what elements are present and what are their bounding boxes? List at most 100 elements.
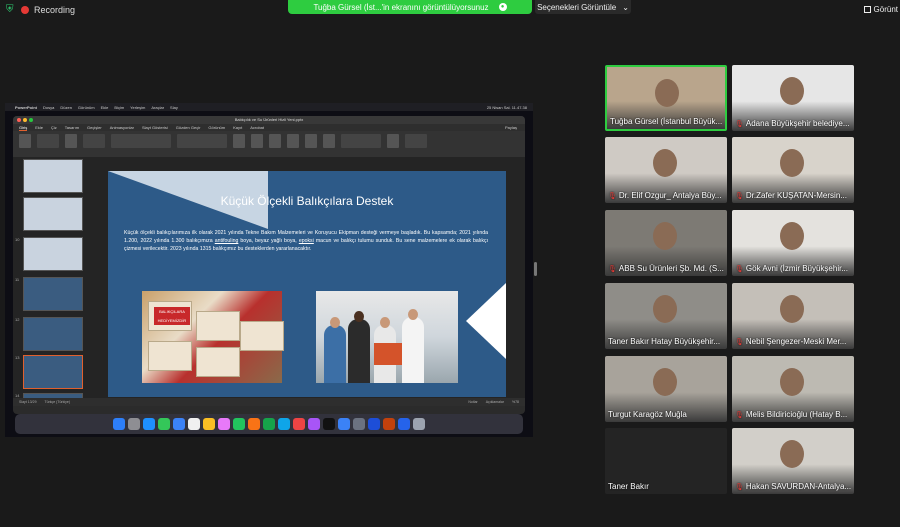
gift-box	[240, 321, 284, 351]
participant-name-text: Taner Bakır	[608, 482, 649, 491]
participant-name: Tuğba Gürsel (İstanbul Büyük...	[610, 117, 722, 126]
person-figure	[402, 317, 424, 383]
shapes-icon	[269, 134, 281, 148]
ribbon-tab: Tasarım	[64, 125, 80, 130]
muted-mic-icon: 🎙	[735, 120, 744, 128]
participant-tile[interactable]: Taner Bakır	[605, 428, 727, 494]
person-head	[408, 309, 418, 320]
smartart-icon	[233, 134, 245, 148]
meeting-top-bar: ⛨ Recording Tuğba Gürsel (İst...'in ekra…	[0, 0, 900, 22]
participant-name: Taner Bakır	[608, 482, 649, 491]
gift-box	[196, 347, 240, 377]
participant-name-text: Gök Avni (İzmir Büyükşehir...	[745, 264, 848, 273]
slide-decor-arrow	[466, 283, 506, 359]
participant-name: Taner Bakır Hatay Büyükşehir...	[608, 337, 720, 346]
mac-menu-item: Yerleşim	[130, 104, 146, 110]
picture-icon	[251, 134, 263, 148]
thumb-number: 10	[15, 237, 20, 242]
recording-indicator[interactable]: ⛨ Recording	[6, 4, 75, 15]
participant-name: 🎙 Gök Avni (İzmir Büyükşehir...	[735, 264, 848, 273]
view-options-button[interactable]: Seçenekleri Görüntüle ⌄	[535, 0, 631, 14]
participant-silhouette	[655, 79, 679, 107]
mac-menu-item: Dosya	[43, 104, 55, 110]
music-icon	[293, 418, 305, 430]
ribbon-tab: Çiz	[51, 125, 57, 130]
messages-icon	[158, 418, 170, 430]
participant-silhouette	[780, 149, 804, 177]
paragraph-controls-icon	[177, 134, 227, 148]
participant-tile[interactable]: 🎙 Dr. Elif Ozgur_ Antalya Büy...	[605, 137, 727, 203]
notes-toggle: Notlar	[468, 400, 478, 404]
mac-menu-item: Düzen	[60, 104, 72, 110]
ribbon-tab: Görünüm	[208, 125, 226, 130]
muted-mic-icon: 🎙	[735, 265, 744, 273]
slide-counter: Slayt 13/29	[19, 400, 37, 404]
participant-tile[interactable]: 🎙 Dr.Zafer KUŞATAN-Mersin...	[732, 137, 854, 203]
slide-thumbnail	[23, 317, 83, 351]
gift-box	[374, 343, 402, 365]
ribbon-tab: Ekle	[35, 125, 44, 130]
participant-silhouette	[780, 77, 804, 105]
slide-photo-boxes: BALIKÇILARA HEDİYEMİZDİR	[142, 291, 284, 383]
keynote-icon	[278, 418, 290, 430]
participant-tile[interactable]: 🎙 ABB Su Ürünleri Şb. Md. (S...	[605, 210, 727, 276]
ppt-editor: 10 11 12 13 14 Küçük Ölçekli Balıkçılara…	[13, 157, 525, 406]
ppt-share-button: Paylaş	[504, 125, 517, 130]
new-slide-icon	[65, 134, 77, 148]
participant-name-text: Adana Büyükşehir belediye...	[745, 119, 850, 128]
participant-silhouette	[780, 295, 804, 323]
participant-silhouette	[780, 368, 804, 396]
participant-silhouette	[653, 295, 677, 323]
participant-name-text: Taner Bakır Hatay Büyükşehir...	[608, 337, 721, 346]
participant-tile[interactable]: Tuğba Gürsel (İstanbul Büyük...	[605, 65, 727, 131]
participant-name-text: Turgut Karagöz Muğla	[608, 410, 687, 419]
participant-tile[interactable]: Turgut Karagöz Muğla	[605, 356, 727, 422]
panel-resize-handle[interactable]	[534, 262, 537, 276]
thumb-number: 11	[15, 277, 20, 282]
slide-body-text: boya, beyaz yağlı boya,	[238, 238, 299, 244]
slide-thumbnail-selected	[23, 355, 83, 389]
ribbon-tab: Acrobat	[250, 125, 265, 130]
notes-icon	[203, 418, 215, 430]
participant-tile[interactable]: 🎙 Hakan SAVURDAN-Antalya...	[732, 428, 854, 494]
current-slide: Küçük Ölçekli Balıkçılara Destek Küçük ö…	[108, 171, 506, 397]
participant-name-text: Tuğba Gürsel (İstanbul Büyük...	[610, 117, 723, 126]
person-figure	[348, 319, 370, 383]
participant-tile[interactable]: 🎙 Nebil Şengezer-Meski Mer...	[732, 283, 854, 349]
ribbon-toolbar	[13, 131, 525, 157]
muted-mic-icon: 🎙	[608, 265, 617, 273]
participant-silhouette	[780, 222, 804, 250]
participant-name: 🎙 Dr. Elif Ozgur_ Antalya Büy...	[608, 191, 721, 200]
participant-name: Turgut Karagöz Muğla	[608, 410, 687, 419]
ribbon-tab: Geçişler	[87, 125, 102, 130]
participant-tile[interactable]: 🎙 Adana Büyükşehir belediye...	[732, 65, 854, 131]
slide-thumbnail	[23, 237, 83, 271]
numbers-icon	[263, 418, 275, 430]
participant-tile[interactable]: 🎙 Melis Bildiricioğlu (Hatay B...	[732, 356, 854, 422]
participant-silhouette	[653, 149, 677, 177]
mac-dock	[15, 414, 523, 434]
dictate-icon	[387, 134, 399, 148]
participant-name-text: ABB Su Ürünleri Şb. Md. (S...	[618, 264, 724, 273]
ribbon-tab: Slayt Gösterisi	[141, 125, 168, 130]
participant-tile[interactable]: 🎙 Gök Avni (İzmir Büyükşehir...	[732, 210, 854, 276]
muted-mic-icon: 🎙	[735, 411, 744, 419]
paste-icon	[19, 134, 31, 148]
view-button[interactable]: Görünt	[863, 5, 898, 14]
record-dot-icon	[21, 5, 29, 14]
slide-body: Küçük ölçekli balıkçılarımıza ilk olarak…	[124, 229, 488, 253]
pages-icon	[248, 418, 260, 430]
close-window-icon	[17, 118, 21, 122]
muted-mic-icon: 🎙	[735, 483, 744, 491]
zoom-icon	[398, 418, 410, 430]
participant-name: 🎙 Dr.Zafer KUŞATAN-Mersin...	[735, 191, 847, 200]
shared-screen: PowerPoint Dosya Düzen Görünüm Ekle Biçi…	[5, 103, 533, 437]
slide-body-underlined: antifouling	[214, 238, 239, 244]
ribbon-tab: Gözden Geçir	[175, 125, 201, 130]
participant-silhouette	[653, 222, 677, 250]
participant-name: 🎙 Hakan SAVURDAN-Antalya...	[735, 482, 851, 491]
participant-tile[interactable]: Taner Bakır Hatay Büyükşehir...	[605, 283, 727, 349]
thumb-number: 12	[15, 317, 20, 322]
slide-photo-people	[316, 291, 458, 383]
thumb-number: 13	[15, 355, 20, 360]
